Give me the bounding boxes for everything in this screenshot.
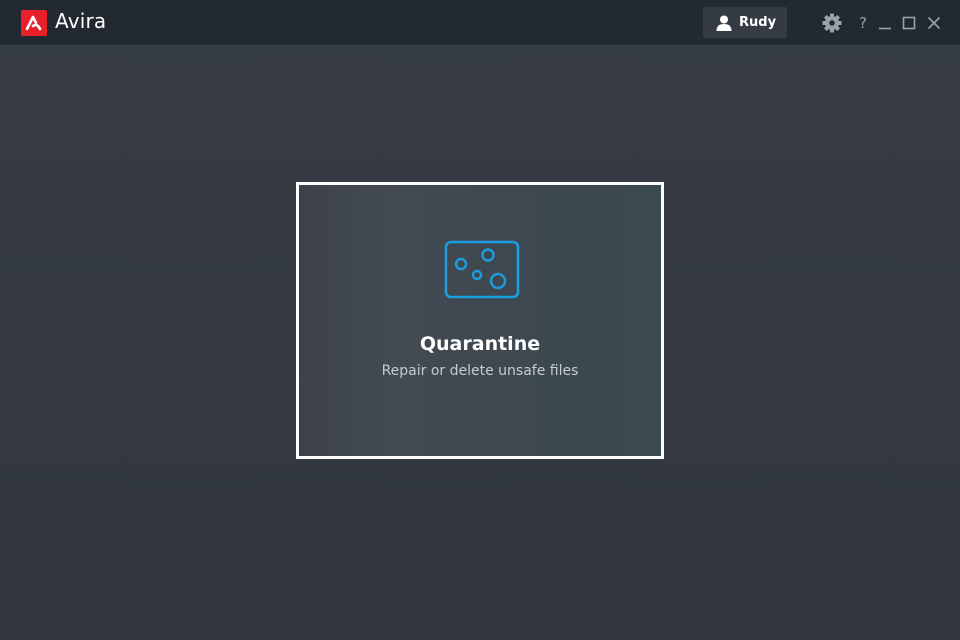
gear-icon bbox=[822, 13, 842, 33]
card-subtitle: Repair or delete unsafe files bbox=[381, 363, 579, 379]
close-icon bbox=[927, 16, 941, 30]
app-window: Avira Rudy ? Quarantine Repair or delete… bbox=[0, 0, 960, 640]
settings-button[interactable] bbox=[821, 12, 843, 34]
close-button[interactable] bbox=[925, 12, 943, 34]
maximize-icon bbox=[902, 16, 916, 30]
quarantine-card[interactable]: Quarantine Repair or delete unsafe files bbox=[296, 182, 664, 459]
minimize-button[interactable] bbox=[876, 12, 894, 34]
avira-logo-icon bbox=[25, 15, 42, 31]
title-bar: Avira Rudy ? bbox=[0, 0, 960, 45]
help-button[interactable]: ? bbox=[856, 12, 870, 34]
card-title: Quarantine bbox=[419, 333, 541, 355]
user-icon bbox=[716, 15, 732, 31]
user-name: Rudy bbox=[739, 15, 777, 30]
app-title: Avira bbox=[55, 9, 107, 33]
help-icon: ? bbox=[859, 14, 867, 32]
quarantine-icon bbox=[444, 240, 520, 299]
maximize-button[interactable] bbox=[900, 12, 918, 34]
avira-logo bbox=[21, 10, 47, 36]
user-account-button[interactable]: Rudy bbox=[703, 7, 787, 38]
minimize-icon bbox=[879, 27, 891, 30]
